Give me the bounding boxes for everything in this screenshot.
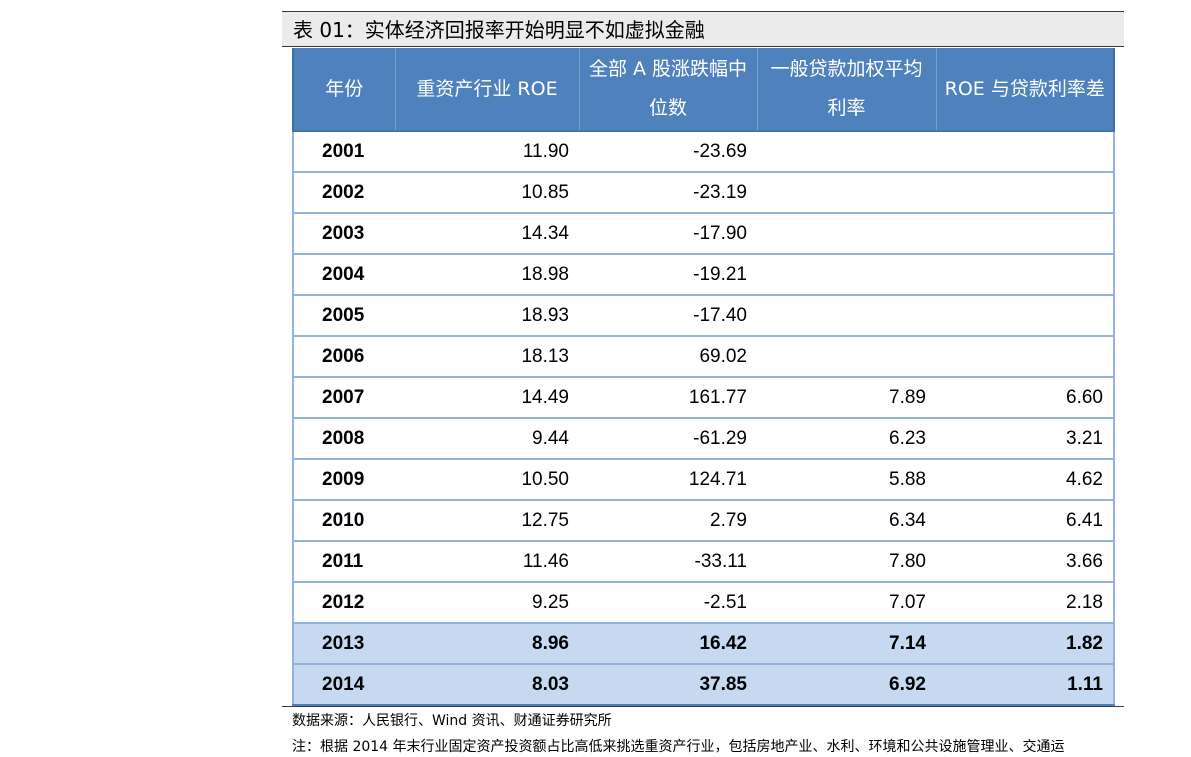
cell-rate: 7.14 (757, 623, 936, 665)
table-row: 2003 14.34 -17.90 (292, 213, 1115, 255)
table-row: 2014 8.03 37.85 6.92 1.11 (292, 664, 1115, 706)
cell-rate: 6.34 (757, 500, 936, 542)
cell-year: 2005 (292, 295, 395, 337)
cell-spread (936, 254, 1115, 296)
cell-roe: 14.49 (395, 377, 579, 419)
cell-median: -19.21 (579, 254, 757, 296)
cell-median: 69.02 (579, 336, 757, 378)
table-row: 2002 10.85 -23.19 (292, 172, 1115, 214)
cell-median: -17.90 (579, 213, 757, 255)
cell-year: 2006 (292, 336, 395, 378)
cell-year: 2014 (292, 664, 395, 706)
divider (282, 706, 1124, 707)
cell-year: 2011 (292, 541, 395, 583)
cell-roe: 10.85 (395, 172, 579, 214)
cell-roe: 18.98 (395, 254, 579, 296)
table-row: 2010 12.75 2.79 6.34 6.41 (292, 500, 1115, 542)
header-roe: 重资产行业 ROE (394, 48, 579, 132)
cell-roe: 12.75 (395, 500, 579, 542)
cell-median: 2.79 (579, 500, 757, 542)
table-row: 2004 18.98 -19.21 (292, 254, 1115, 296)
cell-roe: 18.93 (395, 295, 579, 337)
cell-year: 2013 (292, 623, 395, 665)
cell-spread (936, 295, 1115, 337)
cell-median: -2.51 (579, 582, 757, 624)
data-table: 年份 重资产行业 ROE 全部 A 股涨跌幅中位数 一般贷款加权平均利率 ROE… (292, 48, 1115, 706)
cell-rate: 6.23 (757, 418, 936, 460)
table-row: 2013 8.96 16.42 7.14 1.82 (292, 623, 1115, 665)
cell-spread: 3.21 (936, 418, 1115, 460)
cell-year: 2004 (292, 254, 395, 296)
table-row: 2009 10.50 124.71 5.88 4.62 (292, 459, 1115, 501)
cell-year: 2010 (292, 500, 395, 542)
cell-spread: 1.11 (936, 664, 1115, 706)
cell-median: -33.11 (579, 541, 757, 583)
table-row: 2006 18.13 69.02 (292, 336, 1115, 378)
cell-rate (757, 131, 936, 173)
cell-spread: 6.41 (936, 500, 1115, 542)
cell-median: 124.71 (579, 459, 757, 501)
cell-roe: 14.34 (395, 213, 579, 255)
cell-median: -23.19 (579, 172, 757, 214)
cell-median: -61.29 (579, 418, 757, 460)
header-row: 年份 重资产行业 ROE 全部 A 股涨跌幅中位数 一般贷款加权平均利率 ROE… (292, 48, 1115, 132)
cell-roe: 8.03 (395, 664, 579, 706)
cell-roe: 9.25 (395, 582, 579, 624)
cell-year: 2008 (292, 418, 395, 460)
cell-rate: 7.07 (757, 582, 936, 624)
cell-rate: 7.89 (757, 377, 936, 419)
table-row: 2011 11.46 -33.11 7.80 3.66 (292, 541, 1115, 583)
cell-rate (757, 336, 936, 378)
table-row: 2007 14.49 161.77 7.89 6.60 (292, 377, 1115, 419)
cell-median: -17.40 (579, 295, 757, 337)
cell-year: 2007 (292, 377, 395, 419)
header-median: 全部 A 股涨跌幅中位数 (578, 48, 757, 132)
cell-median: 161.77 (579, 377, 757, 419)
cell-rate (757, 172, 936, 214)
cell-median: 37.85 (579, 664, 757, 706)
cell-rate: 7.80 (757, 541, 936, 583)
table-row: 2005 18.93 -17.40 (292, 295, 1115, 337)
cell-spread: 3.66 (936, 541, 1115, 583)
cell-rate: 6.92 (757, 664, 936, 706)
header-rate: 一般贷款加权平均利率 (756, 48, 936, 132)
cell-roe: 11.90 (395, 131, 579, 173)
cell-roe: 10.50 (395, 459, 579, 501)
header-spread: ROE 与贷款利率差 (935, 48, 1115, 132)
cell-year: 2003 (292, 213, 395, 255)
cell-spread: 1.82 (936, 623, 1115, 665)
note-text: 注：根据 2014 年末行业固定资产投资额占比高低来挑选重资产行业，包括房地产业… (292, 739, 1065, 755)
cell-rate (757, 213, 936, 255)
cell-roe: 18.13 (395, 336, 579, 378)
cell-spread: 2.18 (936, 582, 1115, 624)
cell-spread (936, 336, 1115, 378)
cell-year: 2002 (292, 172, 395, 214)
cell-spread (936, 131, 1115, 173)
source-text: 数据来源：人民银行、Wind 资讯、财通证券研究所 (292, 713, 612, 729)
cell-roe: 11.46 (395, 541, 579, 583)
table-row: 2001 11.90 -23.69 (292, 131, 1115, 173)
cell-spread (936, 172, 1115, 214)
cell-spread: 6.60 (936, 377, 1115, 419)
cell-year: 2009 (292, 459, 395, 501)
cell-median: -23.69 (579, 131, 757, 173)
cell-rate (757, 295, 936, 337)
cell-year: 2012 (292, 582, 395, 624)
cell-spread: 4.62 (936, 459, 1115, 501)
cell-rate (757, 254, 936, 296)
cell-rate: 5.88 (757, 459, 936, 501)
table-row: 2012 9.25 -2.51 7.07 2.18 (292, 582, 1115, 624)
table-body: 2001 11.90 -23.69 2002 10.85 -23.19 2003 14.34-… (292, 131, 1115, 706)
table-row: 2008 9.44 -61.29 6.23 3.21 (292, 418, 1115, 460)
cell-spread (936, 213, 1115, 255)
header-year: 年份 (292, 48, 395, 132)
cell-median: 16.42 (579, 623, 757, 665)
cell-year: 2001 (292, 131, 395, 173)
cell-roe: 9.44 (395, 418, 579, 460)
table-title: 表 01：实体经济回报率开始明显不如虚拟金融 (282, 11, 1124, 47)
cell-roe: 8.96 (395, 623, 579, 665)
